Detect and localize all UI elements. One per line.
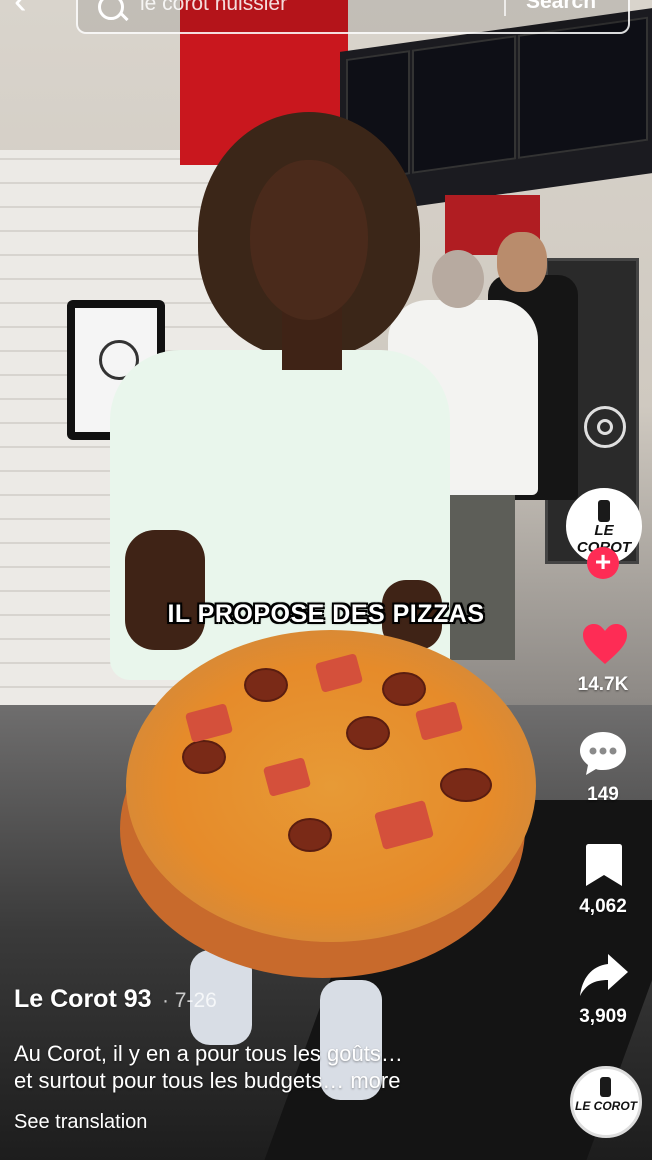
kebab-logo-icon [600, 1077, 611, 1097]
kebab-logo-icon [598, 500, 610, 522]
share-icon [580, 954, 628, 996]
pizza [126, 630, 536, 942]
pepperoni [440, 768, 492, 802]
presenter-face [250, 160, 368, 320]
ham-slice [414, 701, 464, 741]
more-link[interactable]: more [350, 1068, 400, 1093]
presenter-arm [125, 530, 205, 650]
video-player[interactable]: ‹ le corot huissier Search IL PROPOSE DE… [0, 0, 652, 1160]
search-input[interactable]: le corot huissier [140, 0, 287, 16]
follow-button[interactable]: + [587, 547, 619, 579]
search-divider [504, 0, 506, 16]
ham-slice [262, 757, 312, 797]
pepperoni [382, 672, 426, 706]
menu-panel [412, 35, 516, 174]
search-button[interactable]: Search [526, 0, 596, 14]
pepperoni [346, 716, 390, 750]
pepperoni [288, 818, 332, 852]
description-line-2: et surtout pour tous les budgets… more [14, 1067, 514, 1094]
pepperoni [182, 740, 226, 774]
search-bar[interactable]: le corot huissier Search [76, 0, 630, 34]
ham-slice [184, 703, 234, 743]
clerk-head [497, 232, 547, 292]
music-disc-icon[interactable]: LE COROT [570, 1066, 642, 1138]
action-rail: LE COROT + 14.7K 149 4,062 [560, 400, 650, 1160]
heart-icon [583, 624, 627, 664]
disc-label: LE COROT [575, 1099, 637, 1113]
search-icon [98, 0, 124, 20]
post-description[interactable]: Au Corot, il y en a pour tous les goûts…… [14, 1040, 514, 1094]
top-bar: ‹ le corot huissier Search [0, 0, 652, 40]
ham-slice [314, 653, 364, 693]
pepperoni [244, 668, 288, 702]
ring-icon[interactable] [584, 406, 626, 448]
share-count: 3,909 [579, 1006, 627, 1027]
description-text: et surtout pour tous les budgets… [14, 1068, 345, 1093]
back-arrow-icon[interactable]: ‹ [14, 0, 48, 20]
customer-head [432, 250, 484, 308]
description-line: Au Corot, il y en a pour tous les goûts… [14, 1041, 403, 1066]
customer-legs [445, 490, 515, 660]
creator-name[interactable]: Le Corot 93 [14, 985, 152, 1013]
post-date: · 7-26 [161, 989, 217, 1012]
ham-slice [373, 799, 435, 851]
post-meta: Le Corot 93 · 7-26 [14, 985, 534, 1014]
video-caption: IL PROPOSE DES PIZZAS [167, 600, 485, 628]
see-translation-link[interactable]: See translation [14, 1111, 147, 1134]
comment-count: 149 [587, 784, 619, 805]
plus-icon: + [594, 546, 612, 577]
bookmark-icon [586, 844, 622, 886]
like-count: 14.7K [577, 674, 629, 695]
save-count: 4,062 [579, 896, 627, 917]
comment-icon [580, 732, 626, 775]
